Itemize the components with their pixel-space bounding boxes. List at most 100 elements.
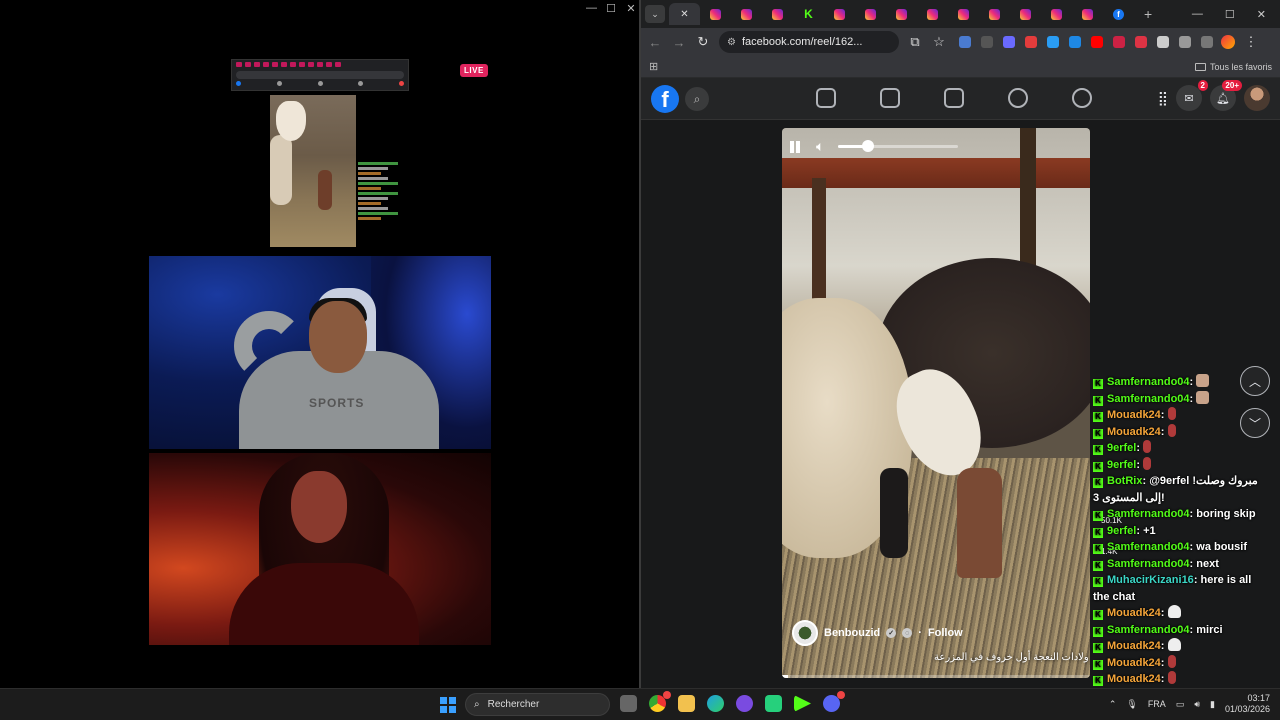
clock[interactable]: 03:17 01/03/2026 <box>1225 693 1270 715</box>
forward-icon[interactable]: → <box>671 35 687 50</box>
pages-icon[interactable] <box>880 88 900 108</box>
reel-progress-bar[interactable] <box>782 675 1090 678</box>
chat-username[interactable]: Mouadk24 <box>1107 426 1161 438</box>
chat-username[interactable]: Mouadk24 <box>1107 640 1161 652</box>
author-name[interactable]: Benbouzid <box>824 627 880 639</box>
browser-tab[interactable] <box>824 3 855 25</box>
volume-knob[interactable] <box>862 140 875 152</box>
speaker-icon[interactable]: 🔊︎ <box>1194 699 1200 710</box>
browser-tab[interactable] <box>948 3 979 25</box>
chat-username[interactable]: Mouadk24 <box>1107 409 1161 421</box>
chat-username[interactable]: Mouadk24 <box>1107 657 1161 669</box>
chevron-up-icon[interactable]: ⌃ <box>1109 699 1117 710</box>
chrome-icon[interactable] <box>649 691 671 712</box>
microphone-icon[interactable]: 🎙︎ <box>1126 699 1137 710</box>
messenger-button[interactable]: ✉ 2 <box>1176 80 1208 111</box>
minimize-icon[interactable]: — <box>586 2 597 15</box>
chat-username[interactable]: Samfernando04 <box>1107 508 1190 520</box>
task-view-icon[interactable] <box>620 695 637 712</box>
close-icon[interactable]: ✕ <box>626 2 636 15</box>
groups-icon[interactable] <box>1008 88 1028 108</box>
kick-app-icon[interactable] <box>794 695 811 712</box>
site-info-icon[interactable]: ⚙ <box>727 37 736 48</box>
browser-tab[interactable]: f <box>1103 3 1134 25</box>
extension-icon[interactable] <box>1025 36 1037 48</box>
next-reel-button[interactable]: ﹀ <box>1240 408 1270 438</box>
taskbar-search[interactable]: ⌕ Rechercher <box>465 693 610 716</box>
pause-icon[interactable] <box>790 140 802 153</box>
chat-username[interactable]: Samfernando04 <box>1107 376 1190 388</box>
menu-grid-icon[interactable]: ⣿ <box>1158 90 1168 107</box>
discord-icon[interactable] <box>823 691 845 712</box>
chat-username[interactable]: Mouadk24 <box>1107 607 1161 619</box>
new-tab-button[interactable]: + <box>1144 6 1152 22</box>
home-icon[interactable] <box>816 88 836 108</box>
gaming-icon[interactable] <box>1072 88 1092 108</box>
volume-icon[interactable]: 🔈︎ <box>816 138 824 155</box>
search-icon[interactable]: ⌕ <box>685 87 709 111</box>
apps-icon[interactable]: ⊞ <box>649 60 658 73</box>
profile-avatar[interactable] <box>1221 35 1235 49</box>
extension-icon[interactable] <box>981 36 993 48</box>
extension-icon[interactable] <box>1135 36 1147 48</box>
browser-tab[interactable] <box>731 3 762 25</box>
close-icon[interactable]: ✕ <box>1257 8 1266 21</box>
battery-icon[interactable]: ▮ <box>1210 699 1215 710</box>
chat-username[interactable]: Samfernando04 <box>1107 624 1190 636</box>
extension-icon[interactable] <box>959 36 971 48</box>
bookmark-star-icon[interactable]: ☆ <box>931 34 947 50</box>
extension-icon[interactable] <box>1179 36 1191 48</box>
chat-username[interactable]: Samfernando04 <box>1107 541 1190 553</box>
start-button[interactable] <box>440 697 456 713</box>
chat-username[interactable]: Samfernando04 <box>1107 393 1190 405</box>
reel-video[interactable]: 🔈︎ Benbouzid ✓ ◌ · Follow ولادات النعجة … <box>782 128 1090 678</box>
chat-username[interactable]: 9erfel <box>1107 525 1136 537</box>
browser-tab[interactable] <box>762 3 793 25</box>
maximize-icon[interactable]: ☐ <box>606 2 616 15</box>
browser-tab[interactable] <box>917 3 948 25</box>
video-icon[interactable] <box>944 88 964 108</box>
minimize-icon[interactable]: — <box>1192 8 1203 21</box>
browser-tab[interactable]: K <box>793 3 824 25</box>
account-avatar[interactable] <box>1244 85 1270 111</box>
browser-tab[interactable] <box>700 3 731 25</box>
extension-icon[interactable] <box>1201 36 1213 48</box>
extension-icon[interactable] <box>1069 36 1081 48</box>
chat-username[interactable]: 9erfel <box>1107 442 1136 454</box>
file-explorer-icon[interactable] <box>678 695 695 712</box>
browser-tab[interactable] <box>1072 3 1103 25</box>
follow-button[interactable]: Follow <box>928 627 963 639</box>
tab-search-button[interactable]: ⌄ <box>645 5 665 23</box>
all-bookmarks-button[interactable]: Tous les favoris <box>1194 62 1272 72</box>
extension-icon[interactable] <box>1003 36 1015 48</box>
maximize-icon[interactable]: ☐ <box>1225 8 1235 21</box>
language-indicator[interactable]: FRA <box>1148 699 1166 709</box>
chat-username[interactable]: Mouadk24 <box>1107 673 1161 685</box>
volume-slider[interactable] <box>838 140 959 152</box>
reload-icon[interactable]: ↻ <box>695 34 711 50</box>
chat-username[interactable]: BotRix <box>1107 475 1142 487</box>
browser-tab[interactable] <box>979 3 1010 25</box>
browser-tab[interactable] <box>1041 3 1072 25</box>
chat-app-icon[interactable] <box>765 695 782 712</box>
extension-icon[interactable] <box>1113 36 1125 48</box>
edge-icon[interactable] <box>707 695 724 712</box>
browser-tab[interactable] <box>1010 3 1041 25</box>
browser-tab[interactable]: ✕ <box>669 3 700 25</box>
back-icon[interactable]: ← <box>647 35 663 50</box>
chat-username[interactable]: 9erfel <box>1107 459 1136 471</box>
install-icon[interactable]: ⧉ <box>907 34 923 50</box>
chat-username[interactable]: MuhacirKizani16 <box>1107 574 1194 586</box>
browser-tab[interactable] <box>855 3 886 25</box>
browser-tab[interactable] <box>886 3 917 25</box>
facebook-logo-icon[interactable]: f <box>651 85 679 113</box>
extension-icon[interactable] <box>1047 36 1059 48</box>
network-icon[interactable]: ▭ <box>1176 699 1185 710</box>
extension-icon[interactable] <box>1157 36 1169 48</box>
menu-icon[interactable]: ⋮ <box>1243 34 1259 50</box>
notifications-button[interactable]: 🔔︎ 20+ <box>1210 80 1242 111</box>
author-avatar[interactable] <box>792 620 818 646</box>
previous-reel-button[interactable]: ︿ <box>1240 366 1270 396</box>
extension-icon[interactable] <box>1091 36 1103 48</box>
streaming-app-icon[interactable] <box>736 695 753 712</box>
